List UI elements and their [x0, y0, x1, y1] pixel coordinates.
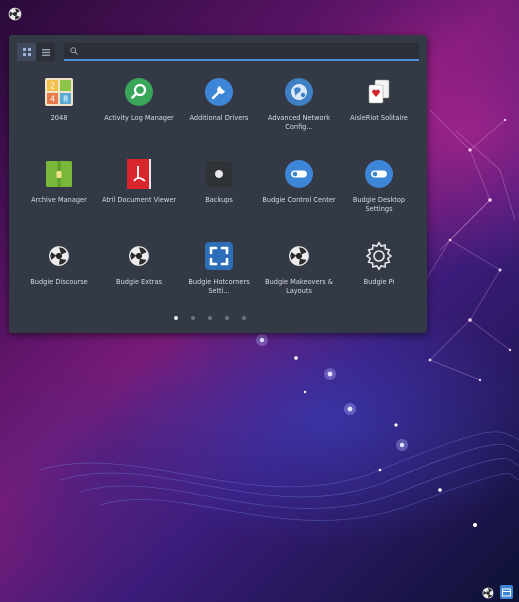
search-input[interactable]	[78, 44, 402, 58]
app-label: 2048	[50, 114, 68, 122]
budgie-logo-icon	[283, 240, 315, 272]
activity-log-icon	[123, 76, 155, 108]
app-budgie-discourse[interactable]: Budgie Discourse	[19, 240, 99, 322]
app-budgie-makeovers-layouts[interactable]: Budgie Makeovers & Layouts	[259, 240, 339, 322]
app-aisleriot-solitaire[interactable]: AisleRiot Solitaire	[339, 76, 419, 158]
list-view-icon	[41, 48, 50, 56]
notification-icon	[502, 588, 511, 596]
grid-view-button[interactable]	[17, 43, 36, 61]
archive-icon	[43, 158, 75, 190]
app-budgie-extras[interactable]: Budgie Extras	[99, 240, 179, 322]
app-label: Budgie Pi	[363, 278, 395, 286]
app-label: Advanced Network Config...	[267, 114, 331, 131]
budgie-logo-icon	[43, 240, 75, 272]
app-archive-manager[interactable]: Archive Manager	[19, 158, 99, 240]
page-dot[interactable]	[191, 316, 195, 320]
svg-text:2: 2	[50, 82, 55, 91]
page-dot[interactable]	[242, 316, 246, 320]
svg-text:4: 4	[50, 95, 55, 104]
desktop: 2 8 4 2048 Activity Log Manager Addition…	[0, 0, 519, 602]
app-budgie-pi[interactable]: Budgie Pi	[339, 240, 419, 322]
app-advanced-network-config[interactable]: Advanced Network Config...	[259, 76, 339, 158]
app-backups[interactable]: Backups	[179, 158, 259, 240]
page-dot[interactable]	[225, 316, 229, 320]
control-center-icon	[283, 158, 315, 190]
network-icon	[283, 76, 315, 108]
page-dot[interactable]	[174, 316, 178, 320]
app-label: Additional Drivers	[189, 114, 249, 122]
search-box[interactable]	[64, 43, 419, 61]
grid-view-icon	[22, 48, 31, 56]
app-label: Budgie Hotcorners Setti...	[188, 278, 250, 295]
app-label: Atril Document Viewer	[101, 196, 177, 204]
document-viewer-icon	[123, 158, 155, 190]
page-indicator	[174, 316, 246, 320]
app-label: Budgie Extras	[116, 278, 162, 286]
budgie-tray-button[interactable]	[481, 586, 494, 599]
budgie-logo-icon	[8, 7, 22, 21]
app-2048[interactable]: 2 8 4 2048	[19, 76, 99, 158]
cards-icon	[363, 76, 395, 108]
search-icon	[70, 47, 78, 55]
list-view-button[interactable]	[36, 43, 55, 61]
app-label: AisleRiot Solitaire	[350, 114, 408, 122]
notification-tray-button[interactable]	[500, 585, 513, 599]
budgie-logo-icon	[123, 240, 155, 272]
app-atril-document-viewer[interactable]: Atril Document Viewer	[99, 158, 179, 240]
game-2048-icon: 2 8 4	[43, 76, 75, 108]
gear-icon	[363, 240, 395, 272]
app-label: Budgie Control Center	[262, 196, 336, 204]
desktop-settings-icon	[363, 158, 395, 190]
budgie-logo-icon	[482, 587, 493, 598]
app-budgie-control-center[interactable]: Budgie Control Center	[259, 158, 339, 240]
app-label: Archive Manager	[31, 196, 87, 204]
app-label: Budgie Desktop Settings	[352, 196, 406, 213]
app-label: Activity Log Manager	[104, 114, 174, 122]
app-budgie-desktop-settings[interactable]: Budgie Desktop Settings	[339, 158, 419, 240]
app-label: Backups	[205, 196, 233, 204]
app-additional-drivers[interactable]: Additional Drivers	[179, 76, 259, 158]
hotcorners-icon	[203, 240, 235, 272]
backups-icon	[203, 158, 235, 190]
app-label: Budgie Makeovers & Layouts	[265, 278, 333, 295]
app-grid: 2 8 4 2048 Activity Log Manager Addition…	[19, 76, 419, 322]
drivers-icon	[203, 76, 235, 108]
view-toggle	[17, 43, 55, 61]
page-dot[interactable]	[208, 316, 212, 320]
budgie-menu-button[interactable]	[7, 6, 23, 22]
app-label: Budgie Discourse	[30, 278, 88, 286]
app-activity-log-manager[interactable]: Activity Log Manager	[99, 76, 179, 158]
app-budgie-hotcorners-settings[interactable]: Budgie Hotcorners Setti...	[179, 240, 259, 322]
svg-text:8: 8	[63, 95, 68, 104]
